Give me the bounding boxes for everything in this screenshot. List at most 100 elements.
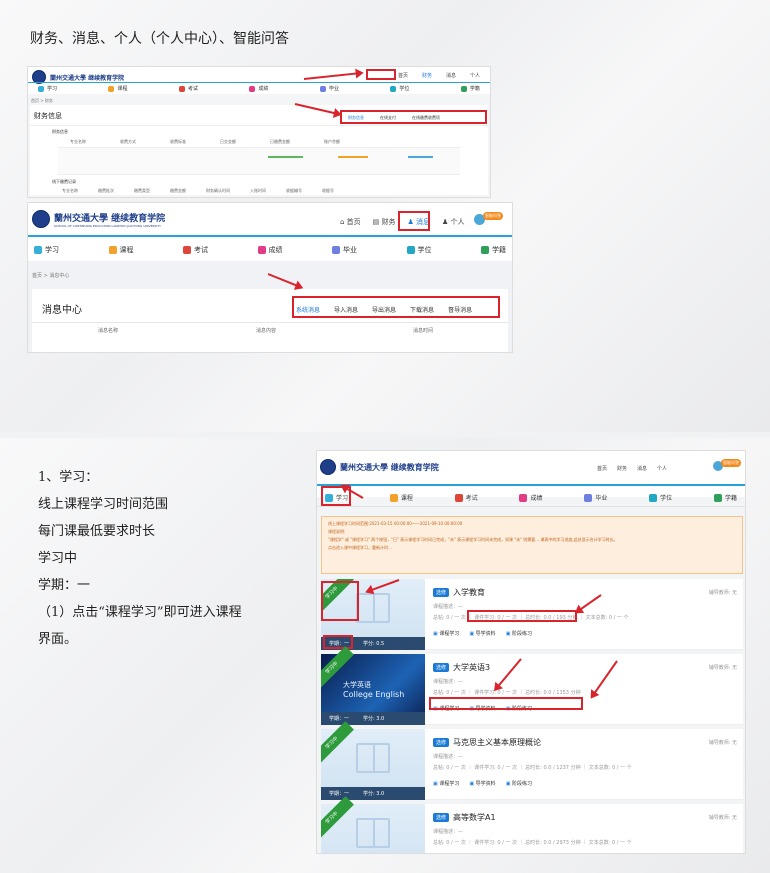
course-cover[interactable]: 学习中学期：一 学分: 3.0 — [321, 721, 425, 800]
course-cover[interactable]: 学习中学期：一学分: 5.0 — [321, 796, 425, 853]
course-card: 大学英语 College English 学习中 学期：一 学分: 3.0 选修 大学英语3… — [321, 646, 743, 725]
course-title[interactable]: 选修 高等数学A1 — [433, 812, 496, 823]
site-logo: 蘭州交通大學 继续教育学院 SCHOOL OF CONTINUING EDUCA… — [32, 210, 165, 228]
help-robot[interactable]: 智能问答 — [474, 212, 504, 226]
col-message-time: 消息时间 — [413, 328, 434, 334]
nav-graduate[interactable]: 毕业 — [584, 493, 607, 502]
seal-icon — [320, 459, 336, 475]
course-title[interactable]: 选修 大学英语3 — [433, 662, 490, 673]
highlight-progress — [467, 610, 577, 622]
cover-title: 大学英语 — [343, 681, 371, 689]
course-stats: 总帖: 0 / 一 次 ｜ 课件学习: 0 / 一 次 ｜ 总时长: 0.0 /… — [433, 765, 632, 771]
slide-1: 财务、消息、个人（个人中心）、智能问答 蘭州交通大學 继续教育学院 首页 财务 … — [0, 0, 770, 432]
nav-registry[interactable]: 学籍 — [713, 493, 737, 502]
nav-finance[interactable]: 财务 — [422, 72, 432, 79]
course-desc: 课程描述：— — [433, 829, 464, 835]
nav-personal[interactable]: 个人 — [470, 72, 480, 79]
course-cover[interactable]: 大学英语 College English 学习中 学期：一 学分: 3.0 — [321, 646, 425, 725]
nav-messages[interactable]: 消息 — [637, 465, 647, 472]
course-stats: 总帖: 0 / 一 次 ｜ 课件学习: 0 / 一 次 ｜ 总时长: 0.0 /… — [433, 840, 632, 846]
nav-home[interactable]: 首页 — [398, 72, 408, 79]
breadcrumb: 首页 > 财务 — [31, 98, 53, 103]
nav-personal[interactable]: ♟ 个人 — [442, 217, 465, 227]
highlight-finance-nav — [366, 69, 396, 80]
study-screenshot: 蘭州交通大學 继续教育学院 首页 财务 消息 个人 智能问答 学习 课程 考试 … — [316, 450, 746, 854]
nav-score[interactable]: 成绩 — [257, 245, 283, 255]
course-study-button[interactable]: 课程学习 — [433, 780, 459, 787]
book-icon — [356, 593, 390, 623]
arrow-actions-right — [590, 660, 618, 698]
nav-exam[interactable]: 考试 — [178, 85, 198, 92]
course-credit: 学分: 3.0 — [363, 716, 385, 722]
course-card: 学习中学期：一 学分: 3.0 选修 马克思主义基本原理概论 辅导教师: 无课程描述：—… — [321, 721, 743, 800]
course-desc: 课程描述：— — [433, 754, 464, 760]
book-icon — [356, 818, 390, 848]
nav-registry[interactable]: 学籍 — [481, 245, 506, 255]
nav-score[interactable]: 成绩 — [249, 85, 268, 92]
course-teacher: 辅导教师: 无 — [708, 815, 737, 821]
course-title[interactable]: 选修 入学教育 — [433, 587, 485, 598]
nav-study[interactable]: 学习 — [34, 245, 59, 255]
page-title: 消息中心 — [42, 305, 82, 316]
course-credit: 学分: 3.0 — [363, 791, 385, 797]
stage-practice-button[interactable]: 阶段练习 — [506, 630, 532, 637]
highlight-term — [323, 635, 353, 649]
course-name: 入学教育 — [453, 588, 486, 597]
main-nav: 学习 课程 考试 成绩 毕业 学位 学籍 — [28, 85, 490, 92]
nav-graduate[interactable]: 毕业 — [319, 85, 339, 92]
top-nav: 首页 财务 消息 个人 — [398, 72, 480, 79]
course-desc: 课程描述：— — [433, 679, 464, 685]
course-tag: 选修 — [433, 588, 450, 597]
nav-study[interactable]: 学习 — [38, 85, 57, 92]
stage-practice-button[interactable]: 阶段练习 — [506, 780, 532, 787]
course-meta-bar: 学期：一 学分: 3.0 — [321, 787, 425, 800]
nav-personal[interactable]: 个人 — [657, 465, 667, 472]
course-card: 学习中学期：一学分: 5.0 选修高等数学A1 辅导教师: 无课程描述：— 总帖: 0… — [321, 796, 743, 853]
nav-score[interactable]: 成绩 — [519, 493, 543, 502]
help-robot[interactable]: 智能问答 — [713, 459, 743, 473]
breadcrumb: 首页 > 消息中心 — [32, 273, 70, 279]
nav-course[interactable]: 课程 — [108, 245, 134, 255]
top-nav: 首页 财务 消息 个人 — [597, 465, 667, 472]
course-teacher: 辅导教师: 无 — [708, 740, 737, 746]
nav-messages[interactable]: 消息 — [446, 72, 456, 79]
course-actions: 课程学习 导学资料 阶段练习 — [433, 630, 532, 637]
nav-graduate[interactable]: 毕业 — [332, 245, 357, 255]
nav-degree[interactable]: 学位 — [390, 85, 409, 92]
nav-degree[interactable]: 学位 — [406, 245, 432, 255]
course-study-button[interactable]: 课程学习 — [433, 630, 459, 637]
col-message-content: 消息内容 — [256, 328, 277, 334]
highlight-finance-tabs — [340, 110, 487, 124]
nav-exam[interactable]: 考试 — [454, 493, 478, 502]
table-header: 专业名称 收费方式 收费标准 已交金额 已缴费金额 账户余额 — [70, 139, 340, 144]
highlight-message-tabs — [292, 296, 500, 318]
status-ribbon: 学习中 — [321, 721, 354, 765]
main-nav: 学习 课程 考试 成绩 毕业 学位 学籍 — [28, 245, 512, 255]
arrow-actions-left — [494, 658, 522, 691]
table-row — [58, 147, 460, 175]
slide-2: 1、学习： 线上课程学习时间范围 每门课最低要求时长 学习中 学期：一 （1）点… — [0, 438, 770, 873]
main-nav: 学习 课程 考试 成绩 毕业 学位 学籍 — [317, 493, 745, 502]
course-meta-bar: 学期：一 学分: 3.0 — [321, 712, 425, 725]
seal-icon — [32, 210, 50, 228]
nav-home[interactable]: 首页 — [597, 465, 607, 472]
course-title[interactable]: 选修 马克思主义基本原理概论 — [433, 737, 541, 748]
nav-home[interactable]: ⌂ 首页 — [340, 217, 361, 227]
highlight-message-nav — [398, 211, 430, 231]
nav-registry[interactable]: 学籍 — [460, 85, 480, 92]
course-tag: 选修 — [433, 738, 450, 747]
status-ribbon: 学习中 — [321, 796, 354, 840]
site-logo: 蘭州交通大學 继续教育学院 — [320, 459, 439, 475]
course-tag: 选修 — [433, 663, 450, 672]
nav-exam[interactable]: 考试 — [183, 245, 208, 255]
course-stats: 总帖: 0 / 一 次 ｜ 课件学习: 0 / 一 次 ｜ 总时长: 0.0 /… — [433, 690, 581, 696]
course-name: 马克思主义基本原理概论 — [453, 738, 542, 747]
nav-course[interactable]: 课程 — [108, 85, 128, 92]
guide-materials-button[interactable]: 导学资料 — [469, 630, 496, 637]
course-teacher: 辅导教师: 无 — [708, 590, 737, 596]
guide-materials-button[interactable]: 导学资料 — [469, 780, 496, 787]
nav-course[interactable]: 课程 — [389, 493, 413, 502]
nav-finance[interactable]: 财务 — [617, 465, 627, 472]
nav-finance[interactable]: ▤ 财务 — [373, 217, 396, 227]
nav-degree[interactable]: 学位 — [649, 493, 672, 502]
